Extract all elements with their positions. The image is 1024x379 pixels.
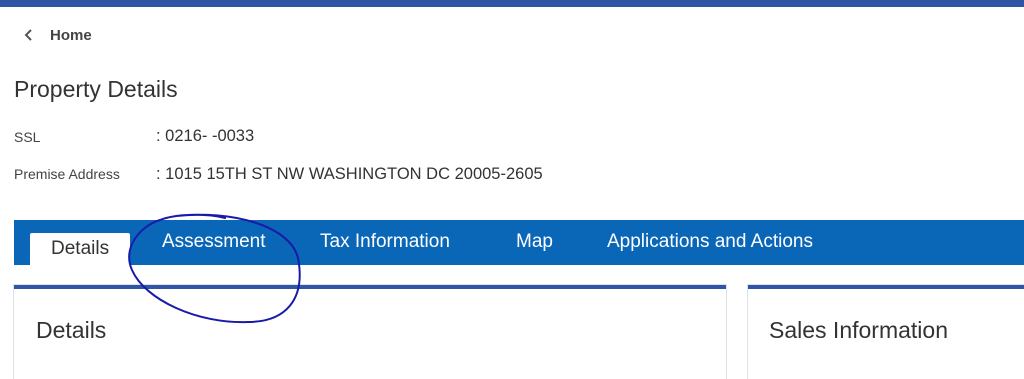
details-card-title: Details (36, 317, 107, 343)
breadcrumb-home-link[interactable]: Home (50, 27, 92, 44)
tab-tax-information[interactable]: Tax Information (320, 231, 450, 253)
premise-address-value: : 1015 15TH ST NW WASHINGTON DC 20005-26… (156, 165, 543, 183)
breadcrumb: Home (18, 24, 92, 46)
top-accent-bar (0, 0, 1024, 7)
tab-map[interactable]: Map (516, 231, 553, 253)
chevron-left-icon[interactable] (18, 24, 40, 46)
ssl-label: SSL (14, 129, 41, 145)
tab-applications-and-actions[interactable]: Applications and Actions (607, 231, 813, 253)
page-title: Property Details (14, 76, 178, 102)
tab-details[interactable]: Details (30, 233, 131, 265)
tab-strip: Details Assessment Tax Information Map A… (14, 220, 1024, 265)
tab-assessment[interactable]: Assessment (162, 231, 265, 253)
premise-address-label: Premise Address (14, 166, 120, 182)
ssl-value: : 0216- -0033 (156, 127, 255, 145)
details-card: Details (14, 285, 726, 379)
sales-information-card-title: Sales Information (769, 317, 948, 343)
sales-information-card: Sales Information (748, 285, 1024, 379)
